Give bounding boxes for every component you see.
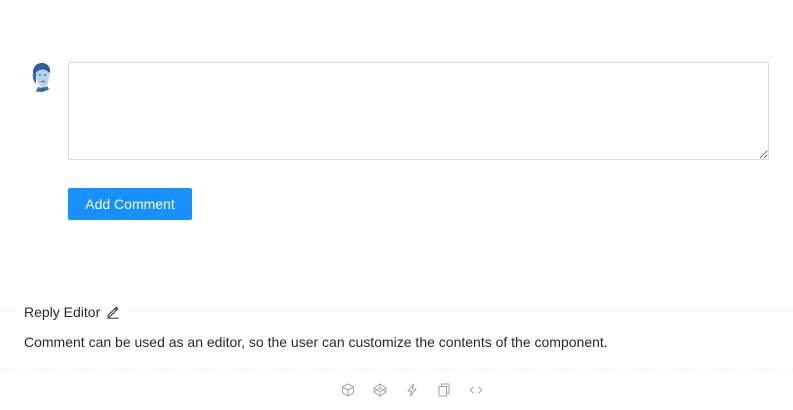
demo-meta-title: Reply Editor xyxy=(24,303,120,321)
comment-textarea[interactable] xyxy=(68,62,769,160)
user-avatar xyxy=(24,60,56,92)
code-expand-icon[interactable] xyxy=(468,382,484,398)
avatar-image xyxy=(24,60,56,92)
demo-description: Comment can be used as an editor, so the… xyxy=(24,334,608,350)
demo-meta-divider-left xyxy=(0,310,16,311)
edit-icon[interactable] xyxy=(106,305,120,319)
code-actions-divider xyxy=(0,369,793,370)
demo-meta-divider-right xyxy=(128,310,793,311)
codesandbox-icon[interactable] xyxy=(340,382,356,398)
thunderbolt-icon[interactable] xyxy=(404,382,420,398)
demo-title-text: Reply Editor xyxy=(24,304,101,320)
copy-icon[interactable] xyxy=(436,382,452,398)
code-box-actions xyxy=(340,380,484,400)
add-comment-button[interactable]: Add Comment xyxy=(68,188,192,220)
codepen-icon[interactable] xyxy=(372,382,388,398)
